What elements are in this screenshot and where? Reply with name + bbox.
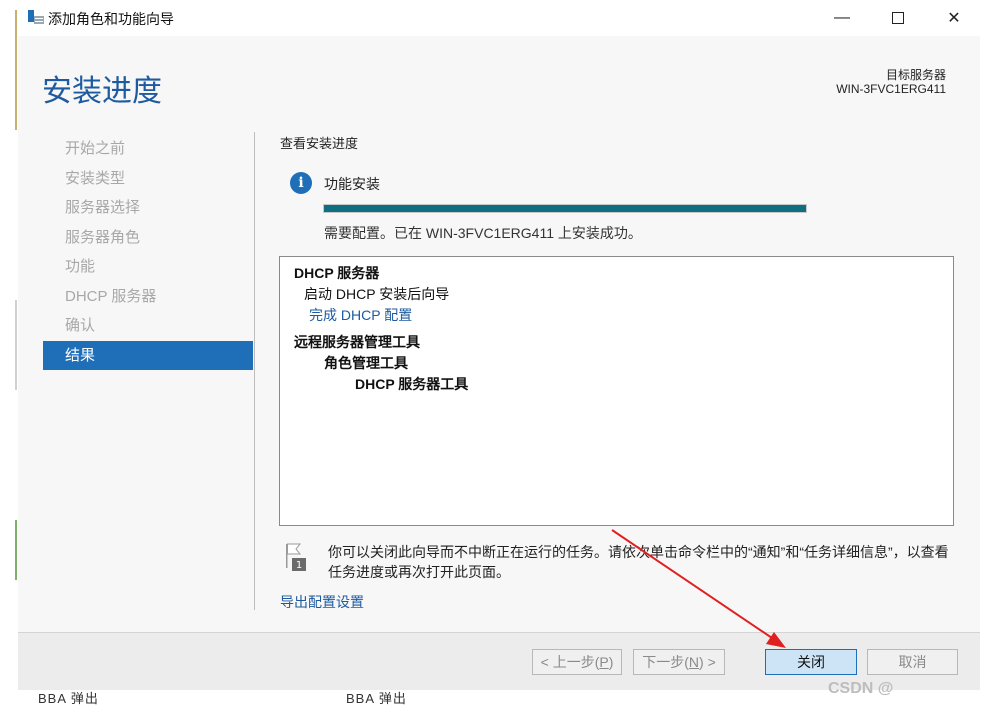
- wizard-nav: 开始之前 安装类型 服务器选择 服务器角色 功能 DHCP 服务器 确认 结果: [43, 134, 253, 370]
- background-mark: [15, 300, 17, 390]
- export-config-link[interactable]: 导出配置设置: [280, 592, 364, 612]
- previous-button[interactable]: < 上一步(P): [532, 649, 622, 675]
- nav-item-server-selection[interactable]: 服务器选择: [43, 193, 253, 223]
- background-strip: [0, 0, 18, 708]
- target-server-name: WIN-3FVC1ERG411: [836, 82, 946, 96]
- complete-dhcp-config-link[interactable]: 完成 DHCP 配置: [294, 305, 939, 326]
- result-role-tools: 角色管理工具: [324, 355, 408, 371]
- progress-fill: [324, 205, 806, 212]
- next-button[interactable]: 下一步(N) >: [633, 649, 725, 675]
- background-mark: [15, 520, 17, 580]
- next-label: 下一步(: [642, 654, 689, 670]
- section-heading: 查看安装进度: [280, 136, 359, 151]
- result-dhcp-server: DHCP 服务器: [294, 265, 380, 281]
- background-text: BBA 弹出: [346, 691, 407, 706]
- csdn-watermark: CSDN @: [828, 680, 894, 697]
- nav-item-before-you-begin[interactable]: 开始之前: [43, 134, 253, 164]
- page-title: 安装进度: [42, 75, 162, 108]
- install-status-text: 需要配置。已在 WIN-3FVC1ERG411 上安装成功。: [324, 225, 642, 241]
- wizard-content: 安装进度 目标服务器 WIN-3FVC1ERG411 开始之前 安装类型 服务器…: [18, 36, 980, 632]
- close-window-button[interactable]: ✕: [928, 0, 980, 36]
- maximize-button[interactable]: [872, 0, 924, 36]
- minimize-button[interactable]: —: [816, 0, 868, 36]
- nav-item-dhcp-server[interactable]: DHCP 服务器: [43, 282, 253, 312]
- result-dhcp-tools: DHCP 服务器工具: [355, 376, 469, 392]
- previous-label: < 上一步(: [540, 654, 600, 670]
- next-accesskey: N: [688, 654, 700, 670]
- install-progress-bar: [323, 204, 807, 213]
- nav-item-features[interactable]: 功能: [43, 252, 253, 282]
- previous-label-end: ): [608, 654, 614, 670]
- target-server-label: 目标服务器: [885, 68, 946, 82]
- title-bar: 添加角色和功能向导 — ✕: [18, 0, 980, 36]
- server-manager-icon: [28, 10, 44, 24]
- cancel-button[interactable]: 取消: [867, 649, 958, 675]
- nav-item-confirmation[interactable]: 确认: [43, 311, 253, 341]
- result-rsat: 远程服务器管理工具: [294, 334, 420, 350]
- feature-installation-label: 功能安装: [324, 176, 380, 192]
- maximize-icon: [892, 12, 904, 24]
- results-list: DHCP 服务器 启动 DHCP 安装后向导 完成 DHCP 配置 远程服务器管…: [279, 256, 954, 526]
- result-launch-wizard: 启动 DHCP 安装后向导: [304, 286, 450, 302]
- info-icon: i: [290, 172, 312, 194]
- window-title: 添加角色和功能向导: [48, 11, 174, 27]
- background-mark: [15, 10, 17, 130]
- minimize-icon: —: [834, 9, 850, 26]
- close-button[interactable]: 关闭: [765, 649, 857, 675]
- previous-accesskey: P: [599, 654, 609, 670]
- flag-icon: 1: [286, 543, 306, 571]
- nav-item-results[interactable]: 结果: [43, 340, 253, 370]
- background-text: BBA 弹出: [38, 691, 99, 706]
- flag-badge-number: 1: [296, 560, 302, 571]
- next-label-end: ) >: [699, 654, 716, 670]
- wizard-window: 添加角色和功能向导 — ✕ 安装进度 目标服务器 WIN-3FVC1ERG411…: [18, 0, 980, 690]
- close-icon: ✕: [947, 10, 961, 27]
- nav-divider: [254, 132, 255, 610]
- nav-item-server-roles[interactable]: 服务器角色: [43, 223, 253, 253]
- nav-item-installation-type[interactable]: 安装类型: [43, 164, 253, 194]
- notice-text: 你可以关闭此向导而不中断正在运行的任务。请依次单击命令栏中的“通知”和“任务详细…: [328, 544, 949, 580]
